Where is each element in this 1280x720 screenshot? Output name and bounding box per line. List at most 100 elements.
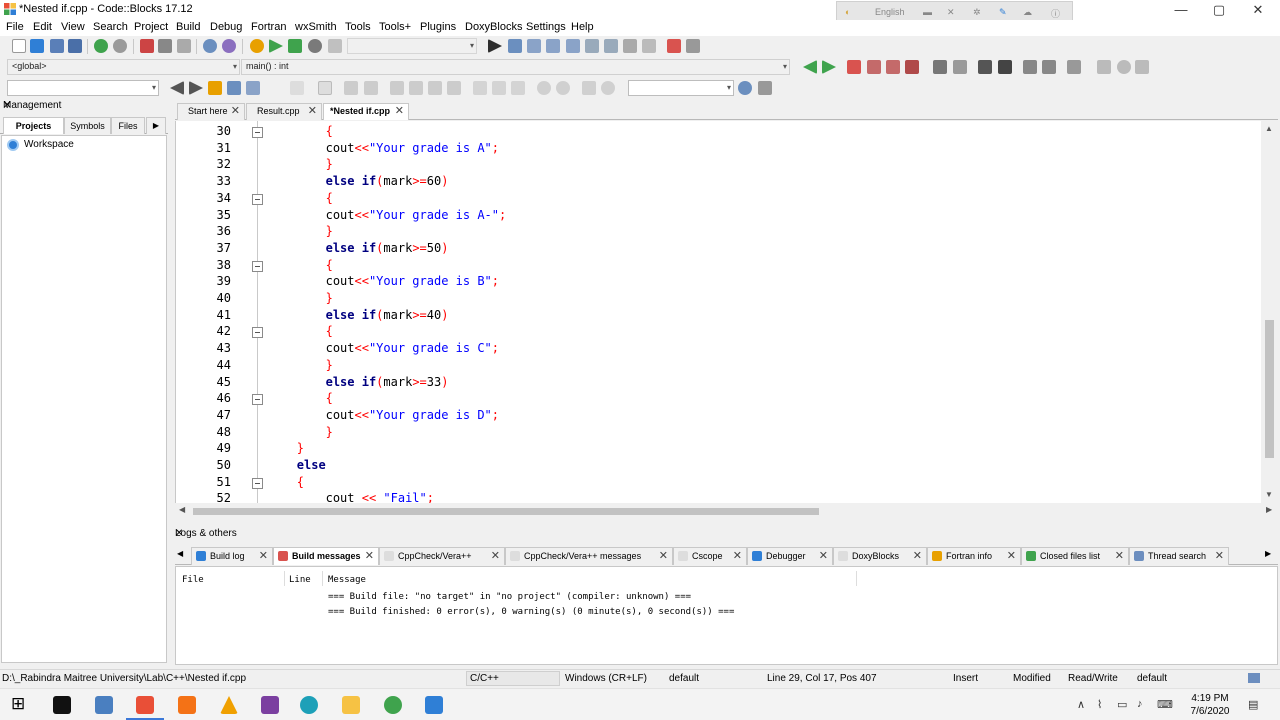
code-line[interactable]: } [326,291,333,305]
input-language-icon[interactable]: ⌨ [1157,698,1173,711]
tab-symbols[interactable]: Symbols [64,117,111,134]
code-line[interactable]: cout<<"Your grade is C"; [326,341,499,355]
menu-project[interactable]: Project [134,21,168,33]
file-explorer-icon[interactable] [342,696,360,714]
code-line[interactable]: cout<<"Your grade is A-"; [326,208,507,222]
stop-debug-icon[interactable] [642,39,656,53]
run-to-cursor-icon[interactable] [508,39,522,53]
fold-toggle-icon[interactable] [252,327,263,339]
close-icon[interactable]: ✕ [259,548,268,565]
close-icon[interactable]: ✕ [395,104,404,119]
build-messages-list[interactable]: File Line Message === Build file: "no ta… [175,566,1278,665]
step-instruction-icon[interactable] [604,39,618,53]
menu-wxsmith[interactable]: wxSmith [295,21,337,33]
tray-overflow-icon[interactable]: ∧ [1077,698,1085,711]
fold-toggle-icon[interactable] [252,193,263,205]
wrench-icon[interactable] [1067,60,1081,74]
close-button[interactable]: ✕ [1239,0,1277,20]
tab-projects[interactable]: Projects [3,117,64,134]
code-line[interactable]: } [326,358,333,372]
code-line[interactable]: cout<<"Your grade is B"; [326,274,499,288]
code-line[interactable]: cout<<"Your grade is A"; [326,141,499,155]
code-line[interactable]: cout << "Fail"; [326,491,434,503]
open-file-icon[interactable] [30,39,44,53]
menu-edit[interactable]: Edit [33,21,52,33]
form-icon-2[interactable] [344,81,358,95]
debug-run-icon[interactable] [488,39,502,53]
xampp-icon[interactable] [178,696,196,714]
volume-icon[interactable]: ♪ [1137,698,1143,710]
function-select[interactable]: main() : int ▾ [241,59,790,75]
new-file-icon[interactable] [12,39,26,53]
code-line[interactable]: else if(mark>=40) [326,308,449,322]
menu-build[interactable]: Build [176,21,200,33]
next-bookmark-icon[interactable] [886,60,900,74]
close-icon[interactable]: ✕ [913,548,922,565]
scroll-down-icon[interactable]: ▼ [1265,490,1273,499]
tab-build-messages[interactable]: Build messages ✕ [273,547,379,565]
toggle-bookmark-icon[interactable] [847,60,861,74]
workspace-item[interactable]: Workspace [24,139,74,150]
debug-windows-icon[interactable] [667,39,681,53]
close-icon[interactable]: ✕ [1215,548,1224,565]
menu-search[interactable]: Search [93,21,128,33]
abort-icon[interactable] [328,39,342,53]
langbar-cloud-icon[interactable]: ☁ [1023,7,1032,18]
code-line[interactable]: else if(mark>=60) [326,174,449,188]
c-icon[interactable] [601,81,615,95]
prev-bookmark-icon[interactable] [867,60,881,74]
tabs-scroll-right-icon[interactable]: ▶ [146,117,166,134]
tab-result-cpp[interactable]: Result.cpp ✕ [246,103,322,120]
form-icon-1[interactable] [318,81,332,95]
code-line[interactable]: } [326,224,333,238]
paste-icon[interactable] [177,39,191,53]
next-line-icon[interactable] [527,39,541,53]
first-icon[interactable] [1097,60,1111,74]
scroll-up-icon[interactable]: ▲ [1265,124,1273,133]
search-combo[interactable]: ▾ [7,80,159,96]
code-line[interactable]: { [326,324,333,338]
code-line[interactable]: { [326,391,333,405]
build-gear-icon[interactable] [250,39,264,53]
tab-closed-files-list[interactable]: Closed files list ✕ [1021,547,1129,565]
menu-tools[interactable]: Tools [345,21,371,33]
select-text-icon[interactable] [227,81,241,95]
menu-file[interactable]: File [6,21,24,33]
project-tree[interactable]: Workspace [1,135,167,663]
tab-start-here[interactable]: Start here ✕ [177,103,245,120]
form-icon-9[interactable] [492,81,506,95]
langbar-settings-icon[interactable]: ✲ [973,7,981,18]
form-icon-4[interactable] [390,81,404,95]
code-line[interactable]: else if(mark>=50) [326,241,449,255]
form-icon-3[interactable] [364,81,378,95]
code-line[interactable]: } [326,425,333,439]
close-icon[interactable]: ✕ [365,548,374,565]
close-icon[interactable]: ✕ [3,100,164,111]
search-options-icon[interactable] [758,81,772,95]
langbar-pen-icon[interactable]: ✎ [999,7,1007,18]
s-icon[interactable] [582,81,596,95]
form-icon-8[interactable] [473,81,487,95]
windows-start-icon[interactable]: ⊞ [11,694,25,714]
scroll-left-icon[interactable]: ◀ [179,505,185,514]
menu-doxyblocks[interactable]: DoxyBlocks [465,21,522,33]
replace-icon[interactable] [222,39,236,53]
find-icon[interactable] [203,39,217,53]
step-into-icon[interactable] [546,39,560,53]
next-instruction-icon[interactable] [585,39,599,53]
code-line[interactable]: else [297,458,326,472]
maximize-button[interactable]: ▢ [1200,0,1238,20]
doxy-extract-icon[interactable] [953,60,967,74]
list-item[interactable]: === Build file: "no target" in "no proje… [328,592,691,602]
copy-icon[interactable] [158,39,172,53]
editor-horizontal-scrollbar[interactable]: ◀ ▶ [175,503,1278,519]
form-icon-5[interactable] [409,81,423,95]
run-icon[interactable] [269,39,283,53]
line-comment-icon[interactable] [998,60,1012,74]
search-forward-icon[interactable] [189,81,203,95]
column-file[interactable]: File [182,575,204,585]
battery-icon[interactable]: ▭ [1117,698,1127,711]
code-line[interactable]: } [326,157,333,171]
block-comment-icon[interactable] [978,60,992,74]
chrome-icon[interactable] [384,696,402,714]
